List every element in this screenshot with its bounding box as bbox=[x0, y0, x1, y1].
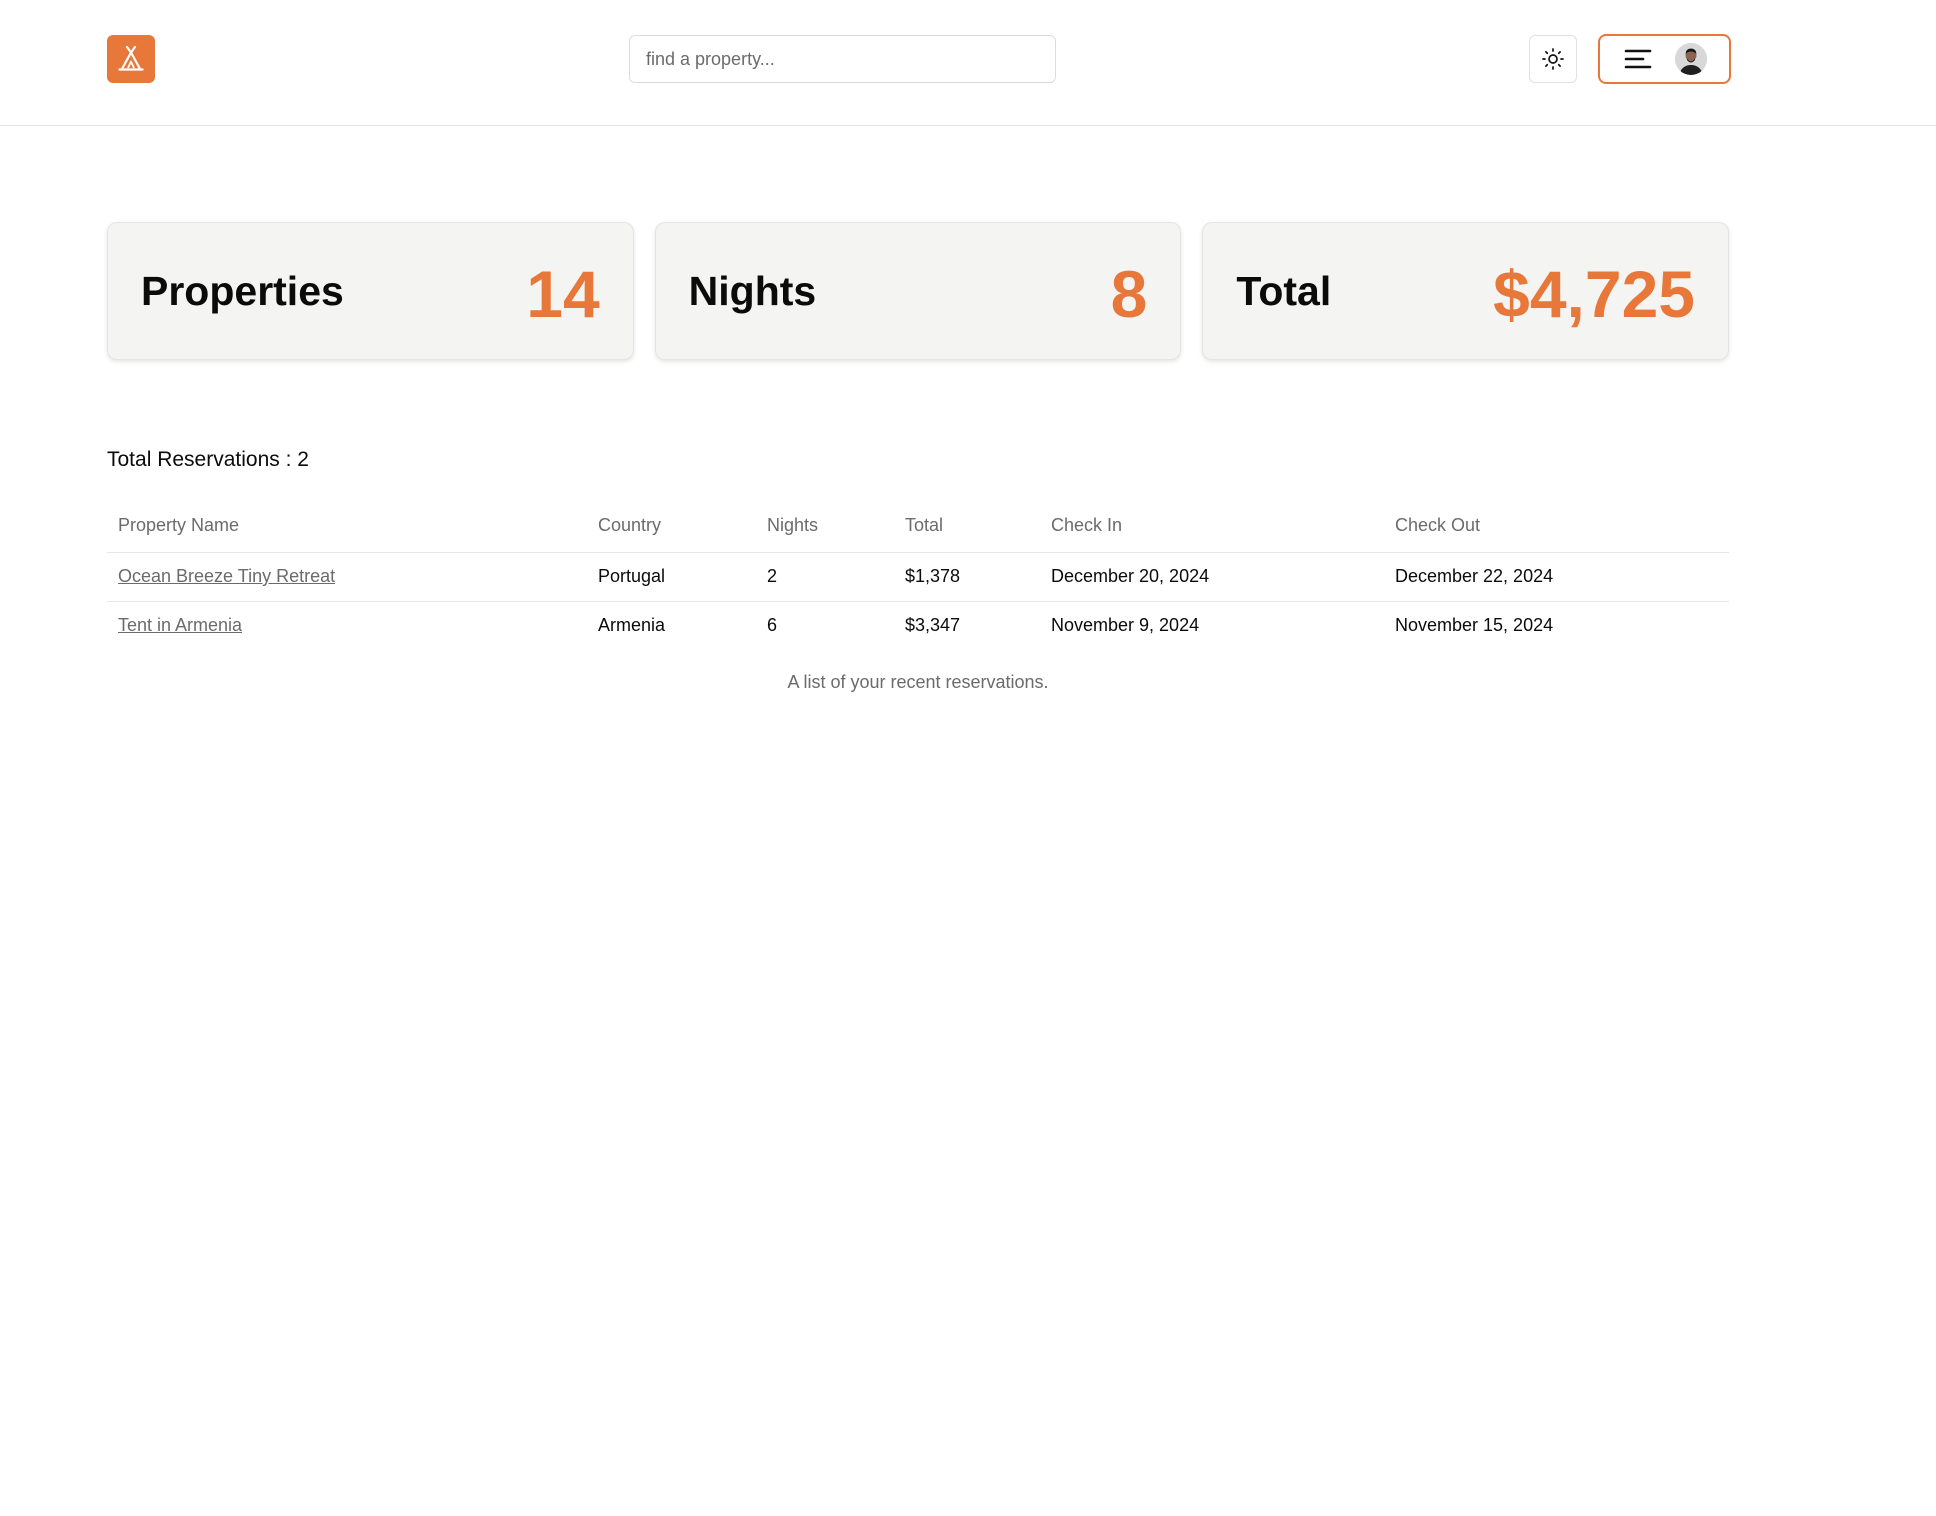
column-header-check-in: Check In bbox=[1040, 500, 1384, 553]
cell-country: Portugal bbox=[587, 552, 756, 602]
column-header-check-out: Check Out bbox=[1384, 500, 1729, 553]
column-header-nights: Nights bbox=[756, 500, 894, 553]
cell-check-in: December 20, 2024 bbox=[1040, 552, 1384, 602]
property-link[interactable]: Ocean Breeze Tiny Retreat bbox=[118, 566, 335, 586]
stat-value: 8 bbox=[1110, 257, 1148, 331]
cell-nights: 6 bbox=[767, 615, 778, 636]
column-header-total: Total bbox=[894, 500, 1040, 553]
user-avatar bbox=[1675, 43, 1707, 75]
cell-total: $1,378 bbox=[894, 552, 1040, 602]
table-row: Tent in Armenia Armenia 6 $3,347 Novembe… bbox=[107, 601, 1729, 650]
stat-card-properties: Properties 14 bbox=[107, 222, 634, 360]
stat-value: 14 bbox=[526, 257, 600, 331]
cell-check-out: December 22, 2024 bbox=[1384, 552, 1729, 602]
stat-card-nights: Nights 8 bbox=[654, 222, 1182, 360]
sun-icon bbox=[1542, 48, 1564, 70]
tent-icon bbox=[118, 45, 144, 71]
reservations-count-heading: Total Reservations : 2 bbox=[107, 448, 309, 471]
stats-cards: Properties 14 Nights 8 Total $4,725 bbox=[107, 222, 1730, 360]
cell-property-name: Tent in Armenia bbox=[107, 601, 587, 650]
cell-property-name: Ocean Breeze Tiny Retreat bbox=[107, 552, 587, 602]
cell-total: $3,347 bbox=[905, 615, 961, 636]
table-row: Ocean Breeze Tiny Retreat Portugal 2 $1,… bbox=[107, 552, 1729, 602]
table-header-row: Property Name Country Nights Total Check… bbox=[107, 500, 1729, 553]
stat-label: Nights bbox=[688, 267, 817, 314]
user-menu-button[interactable] bbox=[1598, 34, 1731, 84]
navbar bbox=[0, 0, 1936, 126]
stat-value: $4,725 bbox=[1493, 257, 1696, 331]
cell-check-in: November 9, 2024 bbox=[1051, 615, 1200, 636]
cell-country: Armenia bbox=[598, 615, 666, 636]
search-input[interactable] bbox=[629, 35, 1056, 83]
stat-label: Total bbox=[1236, 267, 1332, 314]
reservations-table: Property Name Country Nights Total Check… bbox=[107, 500, 1729, 650]
column-header-country: Country bbox=[587, 500, 756, 553]
table-caption: A list of your recent reservations. bbox=[787, 672, 1049, 692]
property-link[interactable]: Tent in Armenia bbox=[118, 615, 242, 635]
stat-label: Properties bbox=[141, 267, 344, 314]
hamburger-menu-icon bbox=[1624, 49, 1652, 69]
theme-toggle-button[interactable] bbox=[1529, 35, 1577, 83]
stat-card-total: Total $4,725 bbox=[1202, 222, 1730, 360]
cell-check-out: November 15, 2024 bbox=[1395, 615, 1554, 636]
cell-nights: 2 bbox=[756, 552, 894, 602]
column-header-property-name: Property Name bbox=[107, 500, 587, 553]
logo-button[interactable] bbox=[107, 35, 155, 83]
